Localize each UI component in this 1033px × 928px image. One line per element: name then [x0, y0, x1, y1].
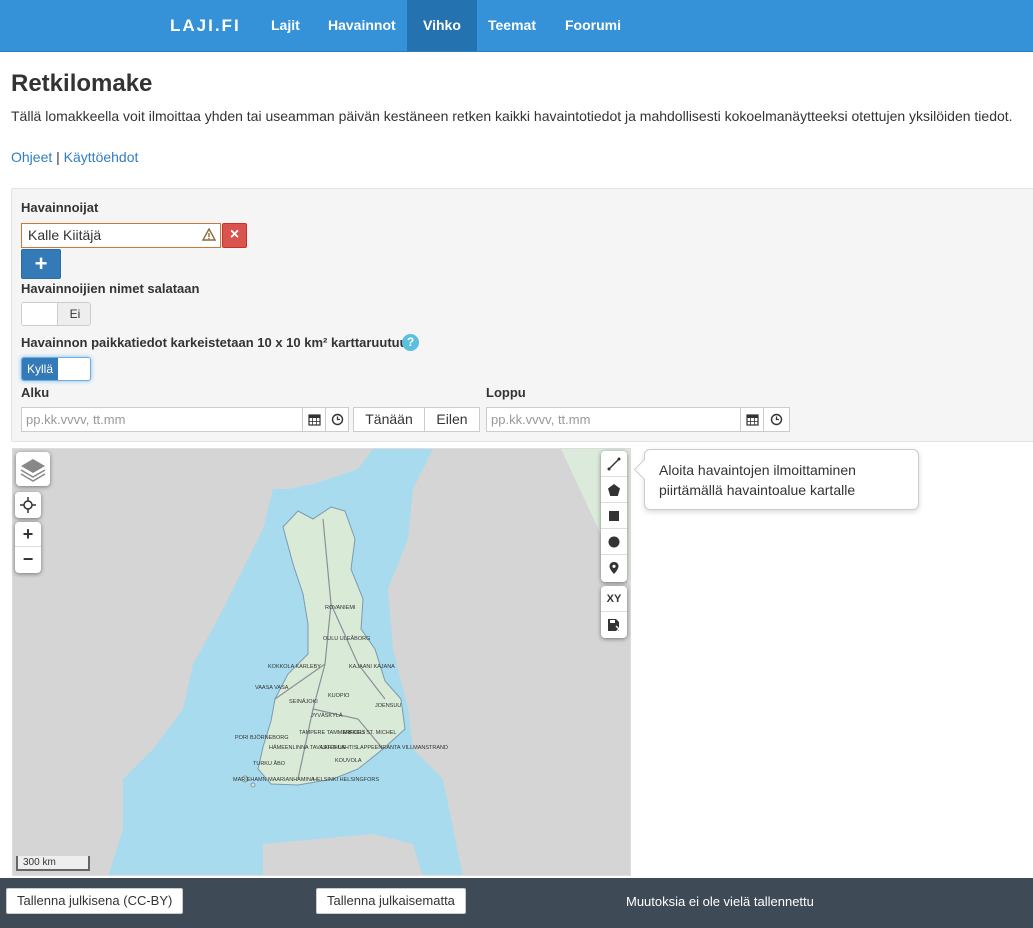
start-time-button[interactable] [325, 407, 349, 432]
start-date-input[interactable]: pp.kk.vvvv, tt.mm [21, 407, 303, 432]
terms-link[interactable]: Käyttöehdot [64, 149, 139, 165]
map-scale: 300 km [16, 856, 90, 871]
page-title: Retkilomake [11, 70, 153, 97]
finland-land [257, 506, 406, 786]
end-date-input[interactable]: pp.kk.vvvv, tt.mm [486, 407, 741, 432]
city-label: LAPPEENRANTA VILLMANSTRAND [357, 745, 448, 751]
observers-label: Havainnoijat [21, 200, 99, 215]
city-label: KUOPIO [328, 693, 350, 699]
circle-icon [608, 536, 620, 548]
help-icon[interactable]: ? [402, 334, 419, 351]
city-label: HELSINKI HELSINGFORS [313, 777, 379, 783]
save-public-button[interactable]: Tallenna julkisena (CC-BY) [6, 888, 184, 914]
observation-map[interactable]: ROVANIEMI OULU ULEÅBORG KAJAANI KAJANA K… [12, 448, 631, 876]
aland-island [250, 782, 256, 788]
toggle-handle [22, 303, 58, 325]
site-logo[interactable]: LAJI.FI [170, 16, 241, 36]
draw-marker-tool[interactable] [601, 555, 627, 581]
draw-polygon-tool[interactable] [601, 477, 627, 503]
city-label: KOKKOLA KARLEBY [268, 664, 321, 670]
crosshair-icon [20, 497, 36, 513]
map-canvas: ROVANIEMI OULU ULEÅBORG KAJAANI KAJANA K… [13, 449, 630, 875]
calendar-icon [745, 414, 759, 426]
zoom-control: + − [15, 522, 41, 573]
city-label: LAHTI LAHTIS [321, 745, 358, 751]
city-label: MARIEHAMN MAARIANHAMINA [233, 777, 315, 783]
save-status-text: Muutoksia ei ole vielä tallennettu [626, 894, 814, 909]
nav-item-vihko[interactable]: Vihko [407, 0, 477, 51]
city-label: JYVÄSKYLÄ [311, 712, 343, 719]
city-label: KOUVOLA [335, 758, 362, 764]
hide-names-label: Havainnoijien nimet salataan [21, 281, 200, 296]
end-label: Loppu [486, 385, 526, 400]
city-label: KAJAANI KAJANA [349, 664, 395, 670]
start-label: Alku [21, 385, 50, 400]
clock-icon [770, 413, 783, 426]
zoom-in-button[interactable]: + [15, 522, 41, 547]
city-label: OULU ULEÅBORG [323, 635, 370, 642]
city-label: VAASA VASA [255, 685, 289, 691]
link-separator: | [56, 149, 60, 165]
nav-item-teemat[interactable]: Teemat [472, 0, 552, 51]
draw-circle-tool[interactable] [601, 529, 627, 555]
coarsen-label: Havainnon paikkatiedot karkeistetaan 10 … [21, 335, 416, 350]
layers-button[interactable] [16, 452, 50, 486]
zoom-out-button[interactable]: − [15, 547, 41, 572]
toggle-value: Ei [58, 303, 90, 325]
page-description: Tällä lomakkeella voit ilmoittaa yhden t… [11, 108, 1013, 124]
locate-button[interactable] [15, 492, 41, 518]
file-upload-icon [608, 619, 620, 633]
remove-observer-button[interactable]: × [222, 223, 247, 248]
hide-names-toggle[interactable]: Ei [21, 302, 91, 326]
sweden-land [83, 449, 273, 875]
draw-toolbar [601, 451, 627, 582]
toggle-value: Kyllä [22, 358, 58, 380]
end-calendar-button[interactable] [740, 407, 764, 432]
layers-icon [20, 459, 46, 482]
today-button[interactable]: Tänään [353, 407, 425, 432]
draw-line-tool[interactable] [601, 451, 627, 477]
city-label: SEINÄJOKI [289, 698, 318, 705]
top-navbar: LAJI.FI Lajit Havainnot Vihko Teemat Foo… [0, 0, 1033, 52]
clock-icon [331, 413, 343, 426]
yesterday-button[interactable]: Eilen [424, 407, 480, 432]
save-private-button[interactable]: Tallenna julkaisematta [316, 888, 466, 914]
city-label: MIKKELI ST. MICHEL [343, 730, 397, 736]
toggle-handle [58, 358, 90, 380]
help-links: Ohjeet | Käyttöehdot [11, 149, 138, 165]
norway-land [253, 449, 373, 489]
start-calendar-button[interactable] [302, 407, 326, 432]
nav-item-lajit[interactable]: Lajit [255, 0, 316, 51]
polygon-icon [608, 484, 620, 496]
coordinate-toolbar: XY [601, 586, 627, 638]
add-observer-button[interactable]: + [21, 249, 61, 279]
warning-icon [201, 227, 217, 242]
calendar-icon [307, 414, 321, 426]
city-label: ROVANIEMI [325, 605, 356, 611]
upload-button[interactable] [601, 612, 627, 638]
city-label: PORI BJÖRNEBORG [235, 734, 288, 741]
observer-name-input[interactable]: Kalle Kiitäjä [21, 223, 221, 248]
map-hint-tooltip: Aloita havaintojen ilmoittaminen piirtäm… [644, 449, 919, 510]
russia-land [388, 449, 595, 875]
rectangle-icon [609, 511, 619, 521]
estonia-land [263, 834, 423, 875]
line-icon [607, 457, 621, 471]
draw-rectangle-tool[interactable] [601, 503, 627, 529]
coarsen-toggle[interactable]: Kyllä [21, 357, 91, 381]
end-time-button[interactable] [763, 407, 790, 432]
coordinates-button[interactable]: XY [601, 586, 627, 612]
instructions-link[interactable]: Ohjeet [11, 149, 52, 165]
city-label: TURKU ÅBO [253, 760, 286, 767]
map-pin-icon [609, 562, 619, 574]
city-label: JOENSUU [375, 703, 401, 709]
nav-item-foorumi[interactable]: Foorumi [549, 0, 637, 51]
nav-item-havainnot[interactable]: Havainnot [312, 0, 412, 51]
